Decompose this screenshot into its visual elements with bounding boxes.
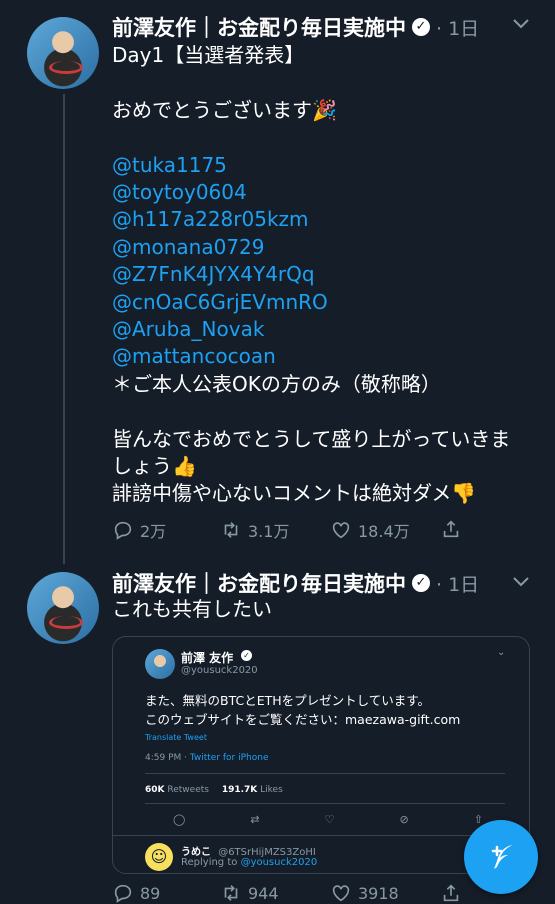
embedded-image[interactable]: 前澤 友作 ✓ @yousuck2020 ⌄ また、無料のBTCとETHをプレゼ… (112, 636, 530, 874)
tweet-line: Day1【当選者発表】 (112, 43, 305, 67)
tweet-body: Day1【当選者発表】 おめでとうございます🎉 @tuka1175 @toyto… (112, 42, 542, 508)
compose-tweet-button[interactable] (464, 820, 538, 894)
retweet-icon (224, 522, 238, 538)
avatar[interactable] (27, 572, 99, 644)
embedded-line: このウェブサイトをご覧ください：maezawa-gift.com (145, 712, 461, 727)
share-button[interactable] (440, 882, 462, 904)
reply-icon (114, 884, 132, 903)
retweet-icon (224, 885, 238, 901)
rt-label: Retweets (167, 785, 209, 795)
tweet-line: 誹謗中傷や心ないコメントは絶対ダメ👎 (112, 481, 477, 506)
tweet-line: ＊ご本人公表OKの方のみ（敬称略） (112, 371, 441, 396)
timestamp[interactable]: · 1日 (436, 570, 479, 597)
embedded-stats: 60K Retweets 191.7K Likes (145, 785, 283, 795)
mention-link[interactable]: @h117a228r05kzm (112, 206, 542, 233)
replying-label: Replying to (181, 857, 241, 868)
reply-count: 89 (140, 883, 161, 903)
mention-link[interactable]: @Z7FnK4JYX4Y4rQq (112, 261, 542, 288)
reply-button[interactable]: 89 (112, 882, 160, 904)
verified-icon: ✓ (412, 574, 430, 592)
author-name[interactable]: 前澤友作｜お金配り毎日実施中 (112, 568, 406, 598)
retweet-count: 3.1万 (248, 522, 290, 541)
timestamp[interactable]: · 1日 (436, 14, 479, 41)
rt-count: 60K (145, 785, 165, 795)
divider (145, 773, 505, 774)
embedded-actions: ◯ ⇄ ♡ ⊘ ⇧ (173, 813, 483, 826)
reply-icon (114, 521, 132, 540)
embedded-avatar (145, 649, 175, 679)
mention-link[interactable]: @Aruba_Novak (112, 316, 542, 343)
retweet-button[interactable]: 944 (220, 882, 279, 904)
tweet-header: 前澤友作｜お金配り毎日実施中 ✓ · 1日 (112, 568, 479, 598)
avatar[interactable] (27, 17, 99, 89)
author-name[interactable]: 前澤友作｜お金配り毎日実施中 (112, 12, 406, 42)
retweet-count: 944 (248, 883, 279, 903)
embedded-name: 前澤 友作 (181, 651, 234, 665)
translate-link: Translate Tweet (145, 733, 207, 742)
verified-icon: ✓ (412, 18, 430, 36)
reply-count: 2万 (140, 522, 167, 541)
tweet-line: しょう👍 (112, 454, 197, 479)
embedded-client: Twitter for iPhone (189, 753, 269, 763)
feather-plus-icon (491, 845, 513, 869)
like-button[interactable]: 3918 (330, 882, 399, 904)
retweet-icon: ⇄ (250, 813, 260, 826)
heart-icon (332, 522, 350, 539)
heart-icon: ♡ (324, 813, 335, 826)
reply-button[interactable]: 2万 (112, 518, 166, 542)
like-count: 191.7K (221, 785, 258, 795)
mention-link[interactable]: @cnOaC6GrjEVmnRO (112, 289, 542, 316)
embedded-chevron-icon: ⌄ (497, 647, 506, 658)
chevron-down-icon[interactable] (512, 572, 530, 593)
tweet-line: おめでとうございます🎉 (112, 97, 337, 122)
reply-author: うめこ @6TSrHijMZS3ZoHI (181, 843, 316, 858)
mention-link[interactable]: @mattancocoan (112, 343, 542, 370)
thread-line (63, 94, 65, 564)
like-count: 18.4万 (358, 522, 410, 541)
mention-link[interactable]: @monana0729 (112, 234, 542, 261)
reply-icon: ◯ (173, 813, 186, 826)
share-icon (443, 884, 459, 902)
divider (113, 835, 529, 836)
tweet-body: これも共有したい (112, 597, 272, 621)
heart-icon (332, 885, 350, 902)
mention-link[interactable]: @tuka1175 (112, 152, 542, 179)
embedded-handle: @yousuck2020 (181, 665, 258, 676)
block-icon: ⊘ (399, 813, 409, 826)
replying-to: Replying to @yousuck2020 (181, 857, 317, 868)
retweet-button[interactable]: 3.1万 (220, 518, 289, 542)
like-label: Likes (260, 785, 283, 795)
divider (145, 803, 505, 804)
reply-avatar: ☺ (145, 843, 173, 871)
embedded-time: 4:59 PM · (145, 753, 190, 763)
share-button[interactable] (440, 518, 462, 540)
replying-handle: @yousuck2020 (240, 857, 318, 868)
like-button[interactable]: 18.4万 (330, 518, 410, 542)
tweet-header: 前澤友作｜お金配り毎日実施中 ✓ · 1日 (112, 12, 479, 42)
embedded-line: また、無料のBTCとETHをプレゼントしています。 (145, 693, 431, 708)
tweet-line: 皆んなでおめでとうして盛り上がっていきま (112, 426, 511, 451)
like-count: 3918 (358, 883, 399, 903)
embedded-verified-icon: ✓ (241, 650, 252, 661)
embedded-meta: 4:59 PM · Twitter for iPhone (145, 753, 269, 763)
share-icon (443, 520, 459, 538)
mention-link[interactable]: @toytoy0604 (112, 179, 542, 206)
chevron-down-icon[interactable] (512, 14, 530, 35)
